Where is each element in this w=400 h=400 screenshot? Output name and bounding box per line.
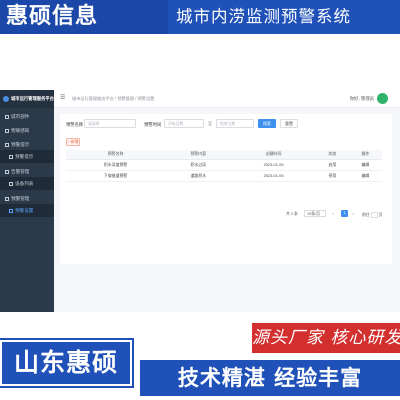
slogan-small: 源头厂家 核心研发 — [252, 323, 400, 353]
top-banner: 惠硕信息 城市内涝监测预警系统 — [0, 0, 400, 34]
sidebar: 城市运行管理服务平台 城市部件 物联感知 预警提示 预警提示 告警管理 设备列表… — [0, 90, 54, 312]
content-panel: 预警名称 请选择 预警时间 开始日期 至 结束日期 搜索 重置 + 新增 预警名… — [60, 114, 392, 264]
table-header-row: 预警名称 预警内容 创建时间 状态 操作 — [66, 150, 382, 160]
grid-icon — [5, 128, 9, 133]
edit-link[interactable]: 编辑 — [348, 159, 382, 171]
column-header: 状态 — [315, 150, 349, 160]
name-filter-label: 预警名称 — [66, 122, 84, 127]
list-icon — [9, 181, 13, 186]
name-filter-select[interactable]: 请选择 — [84, 119, 136, 128]
slogan-big: 技术精湛 经验丰富 — [140, 360, 400, 396]
page-size-select[interactable]: 10条/页 — [304, 210, 326, 217]
status-badge: 启用 — [315, 159, 349, 171]
time-filter-label: 预警时间 — [144, 122, 162, 127]
sidebar-item-alarm-management[interactable]: 告警管理 — [0, 166, 54, 177]
platform-title: 城市运行管理服务平台 — [0, 90, 54, 108]
edit-icon — [9, 208, 13, 213]
date-range-separator: 至 — [208, 121, 212, 126]
column-header: 创建时间 — [231, 150, 316, 160]
company-name: 山东惠硕 — [0, 340, 132, 386]
warning-table: 预警名称 预警内容 创建时间 状态 操作 积水深度预警 积水过深 2023-01… — [66, 150, 382, 182]
column-header: 操作 — [348, 150, 382, 160]
breadcrumb: 城市运行管理服务平台 / 预警管理 / 预警设置 — [72, 96, 155, 101]
grid-icon — [5, 142, 9, 147]
filter-bar: 预警名称 请选择 预警时间 开始日期 至 结束日期 搜索 重置 — [60, 114, 392, 136]
column-header: 预警内容 — [165, 150, 232, 160]
sidebar-subitem-warning-tips[interactable]: 预警提示 — [0, 150, 54, 163]
menu-toggle-icon[interactable]: ☰ — [60, 95, 66, 101]
cell-content: 道路积水 — [165, 170, 232, 182]
search-button[interactable]: 搜索 — [258, 119, 276, 128]
cell-content: 积水过深 — [165, 159, 232, 171]
status-badge: 停用 — [315, 170, 349, 182]
cell-name: 下穿隧道预警 — [66, 170, 166, 182]
current-page[interactable]: 1 — [341, 210, 348, 217]
goto-page-input[interactable] — [370, 212, 378, 218]
goto-page: 前往 页 — [362, 212, 383, 218]
topbar: ☰ 城市运行管理服务平台 / 预警管理 / 预警设置 你好, 管理员 — [54, 90, 400, 108]
sidebar-item-warning-management[interactable]: 预警管理 — [0, 193, 54, 204]
sidebar-subitem-device-list[interactable]: 设备列表 — [0, 177, 54, 190]
app-screenshot: 城市运行管理服务平台 城市部件 物联感知 预警提示 预警提示 告警管理 设备列表… — [0, 90, 400, 312]
logo-icon — [3, 95, 9, 102]
add-button[interactable]: + 新增 — [66, 138, 80, 146]
prev-page-button[interactable]: < — [332, 212, 334, 216]
brand-name: 惠硕信息 — [0, 0, 168, 34]
column-header: 预警名称 — [66, 150, 166, 160]
reset-button[interactable]: 重置 — [280, 119, 298, 128]
cell-name: 积水深度预警 — [66, 159, 166, 171]
system-title: 城市内涝监测预警系统 — [176, 7, 351, 26]
list-icon — [9, 154, 13, 159]
grid-icon — [5, 114, 9, 119]
sidebar-item-iot-sensing[interactable]: 物联感知 — [0, 125, 54, 136]
next-page-button[interactable]: > — [352, 212, 354, 216]
grid-icon — [5, 196, 9, 201]
start-date-input[interactable]: 开始日期 — [164, 119, 204, 128]
total-count: 共 2 条 — [286, 212, 298, 216]
cell-time: 2023-01-05 — [231, 159, 316, 171]
grid-icon — [5, 169, 9, 174]
sidebar-item-city-parts[interactable]: 城市部件 — [0, 111, 54, 122]
table-row: 下穿隧道预警 道路积水 2023-01-05 停用 编辑 — [66, 170, 382, 182]
edit-link[interactable]: 编辑 — [348, 170, 382, 182]
user-name[interactable]: 你好, 管理员 — [350, 90, 374, 108]
pagination: 共 2 条 10条/页 < 1 > 前往 页 — [60, 210, 392, 220]
cell-time: 2023-01-05 — [231, 170, 316, 182]
sidebar-subitem-warning-settings[interactable]: 预警设置 — [0, 204, 54, 217]
sidebar-item-warning-tips[interactable]: 预警提示 — [0, 139, 54, 150]
avatar[interactable] — [377, 93, 388, 104]
end-date-input[interactable]: 结束日期 — [216, 119, 254, 128]
main-area: ☰ 城市运行管理服务平台 / 预警管理 / 预警设置 你好, 管理员 预警名称 … — [54, 90, 400, 312]
table-row: 积水深度预警 积水过深 2023-01-05 启用 编辑 — [66, 159, 382, 171]
